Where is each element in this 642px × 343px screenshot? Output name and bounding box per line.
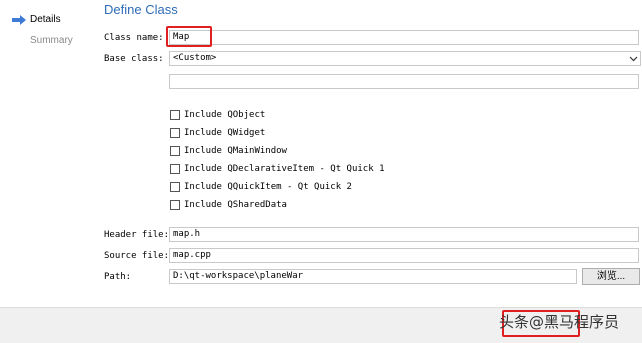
include-qquickitem-checkbox-row[interactable]: Include QQuickItem - Qt Quick 2 (170, 182, 352, 192)
include-qdeclarativeitem-label: Include QDeclarativeItem - Qt Quick 1 (184, 164, 385, 174)
page-title: Define Class (104, 2, 178, 17)
include-qshareddata-checkbox-row[interactable]: Include QSharedData (170, 200, 287, 210)
include-qdeclarativeitem-checkbox[interactable] (170, 164, 180, 174)
base-class-value: <Custom> (173, 53, 217, 63)
include-qwidget-checkbox[interactable] (170, 128, 180, 138)
base-class-label: Base class: (104, 54, 164, 64)
chevron-down-icon (629, 56, 638, 62)
nav-step-details: Details (12, 14, 61, 25)
base-class-combo[interactable]: <Custom> (169, 51, 641, 66)
class-name-input[interactable]: Map (169, 30, 639, 45)
watermark-text: 头条@黑马程序员 (499, 313, 620, 331)
source-file-input[interactable]: map.cpp (169, 248, 639, 263)
include-qmainwindow-label: Include QMainWindow (184, 146, 287, 156)
nav-step-summary: Summary (30, 35, 73, 46)
source-file-label: Source file: (104, 251, 170, 261)
include-qdeclarativeitem-checkbox-row[interactable]: Include QDeclarativeItem - Qt Quick 1 (170, 164, 384, 174)
class-name-label: Class name: (104, 33, 164, 43)
path-input[interactable]: D:\qt-workspace\planeWar (169, 269, 577, 284)
header-file-label: Header file: (104, 230, 170, 240)
include-qshareddata-checkbox[interactable] (170, 200, 180, 210)
header-file-input[interactable]: map.h (169, 227, 639, 242)
class-name-highlight (166, 26, 212, 47)
include-qwidget-checkbox-row[interactable]: Include QWidget (170, 128, 265, 138)
include-qquickitem-checkbox[interactable] (170, 182, 180, 192)
include-qobject-checkbox-row[interactable]: Include QObject (170, 110, 265, 120)
include-qobject-label: Include QObject (184, 110, 266, 120)
nav-step-label: Summary (30, 35, 73, 46)
include-qmainwindow-checkbox-row[interactable]: Include QMainWindow (170, 146, 287, 156)
path-label: Path: (104, 272, 132, 282)
nav-step-label: Details (30, 14, 61, 25)
include-qshareddata-label: Include QSharedData (184, 200, 287, 210)
browse-button[interactable]: 浏览... (582, 268, 640, 285)
include-qquickitem-label: Include QQuickItem - Qt Quick 2 (184, 182, 352, 192)
include-qwidget-label: Include QWidget (184, 128, 266, 138)
include-qobject-checkbox[interactable] (170, 110, 180, 120)
include-qmainwindow-checkbox[interactable] (170, 146, 180, 156)
custom-base-class-input[interactable] (169, 74, 639, 89)
current-step-arrow-icon (12, 14, 26, 25)
